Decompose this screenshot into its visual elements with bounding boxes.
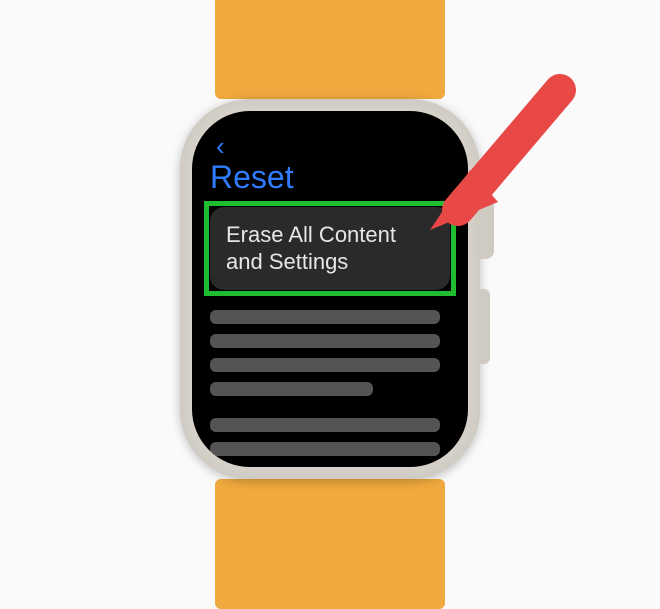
apple-watch: ‹ Reset Erase All Content and Settings [170, 9, 490, 569]
highlight-box [204, 201, 456, 296]
side-button[interactable] [478, 289, 490, 364]
watch-band-top [215, 0, 445, 99]
erase-all-content-button[interactable]: Erase All Content and Settings [210, 207, 450, 290]
digital-crown[interactable] [476, 199, 494, 259]
chevron-left-icon: ‹ [216, 131, 225, 161]
description-placeholder [210, 310, 450, 456]
watch-case: ‹ Reset Erase All Content and Settings [180, 99, 480, 479]
watch-screen: ‹ Reset Erase All Content and Settings [192, 111, 468, 467]
back-button[interactable]: ‹ [210, 133, 450, 159]
erase-all-content-label: Erase All Content and Settings [226, 222, 396, 275]
watch-band-bottom [215, 479, 445, 609]
page-title: Reset [210, 161, 450, 193]
